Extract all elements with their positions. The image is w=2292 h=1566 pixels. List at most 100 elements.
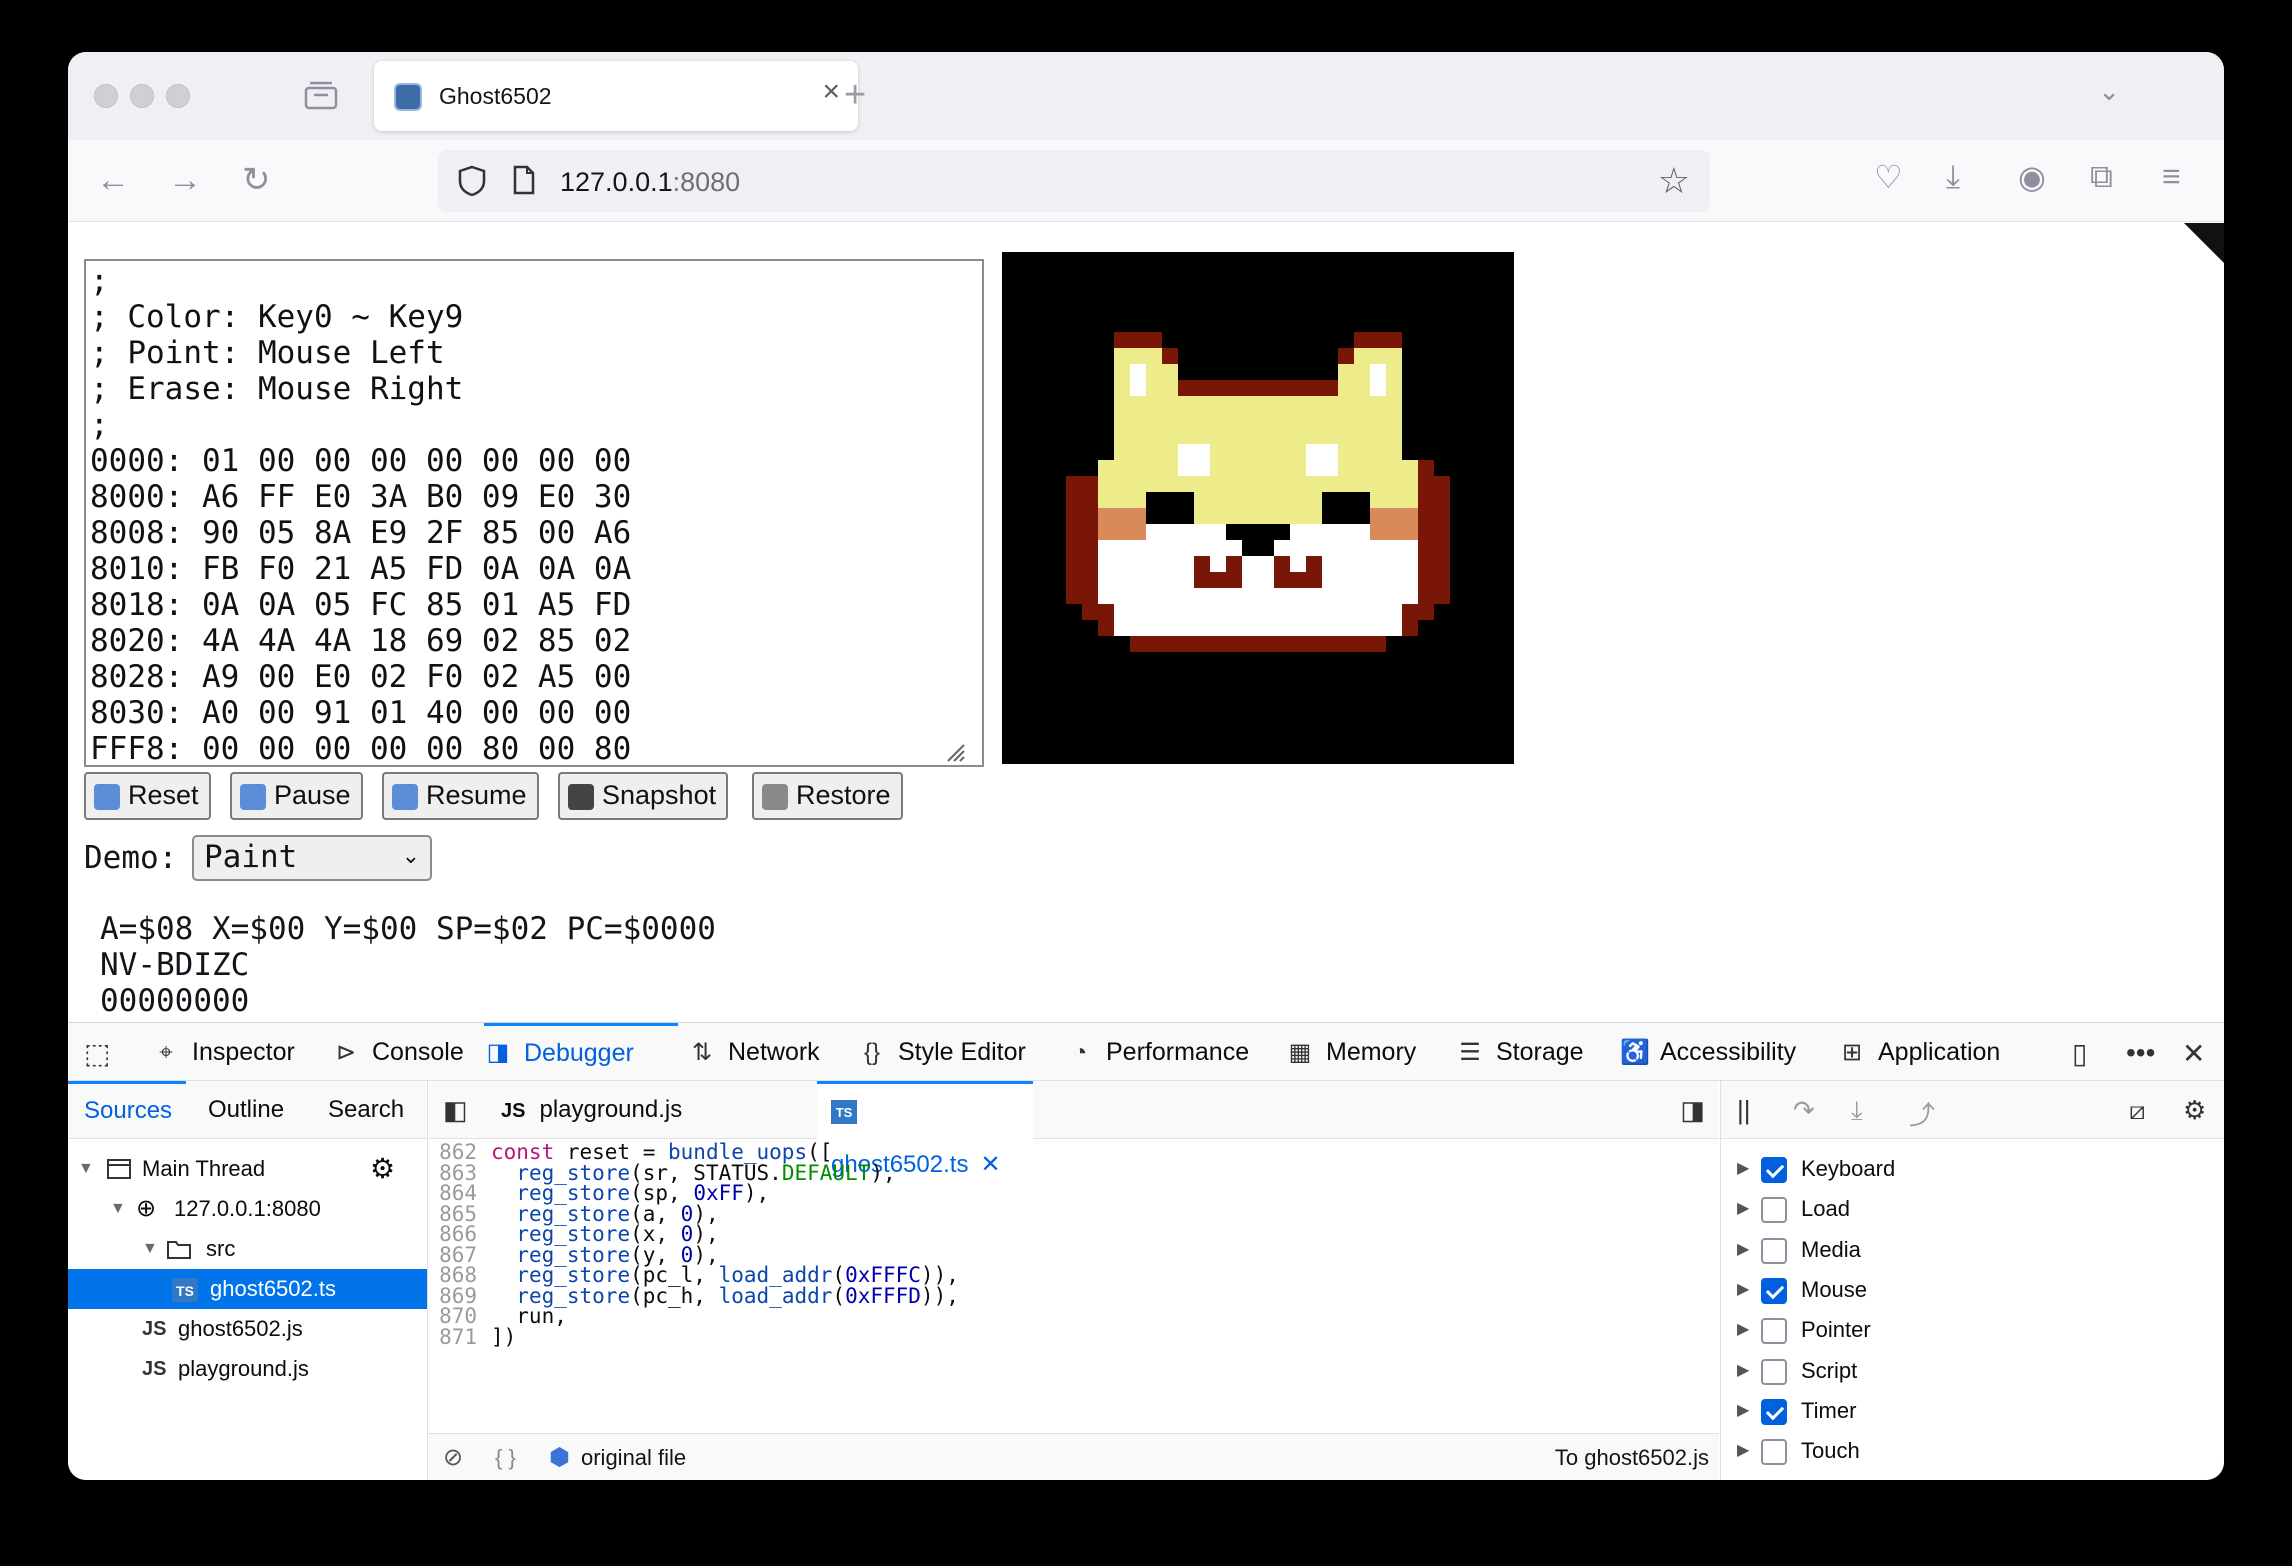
collapsed-arrow-icon[interactable]: ▶ [1737,1189,1749,1229]
editor-tab-playground-js[interactable]: JS playground.js [501,1081,682,1139]
bookmark-star-icon[interactable]: ☆ [1658,160,1690,202]
tab-inspector[interactable]: ⌖ Inspector [152,1023,295,1081]
reload-icon[interactable]: ↻ [242,162,271,198]
event-breakpoint-touch[interactable]: ▶ Touch [1721,1431,2224,1471]
step-in-icon[interactable]: ⤓ [1851,1095,1863,1127]
resume-button[interactable]: Resume [382,772,539,820]
checkbox[interactable] [1761,1318,1787,1345]
close-window-button[interactable] [94,84,118,108]
event-breakpoint-load[interactable]: ▶ Load [1721,1189,2224,1229]
tab-memory[interactable]: ▦ Memory [1286,1023,1417,1081]
checkbox[interactable] [1761,1398,1787,1425]
close-tab-icon[interactable]: × [822,75,840,109]
checkbox[interactable] [1761,1439,1787,1466]
tab-accessibility[interactable]: ♿ Accessibility [1620,1023,1796,1081]
collapsed-arrow-icon[interactable]: ▶ [1737,1270,1749,1310]
event-breakpoint-mouse[interactable]: ▶ Mouse [1721,1270,2224,1310]
settings-gear-icon[interactable]: ⚙ [2183,1095,2206,1126]
deactivate-breakpoints-icon[interactable]: ⧄ [2129,1095,2146,1127]
tab-network[interactable]: ⇅ Network [688,1023,820,1081]
tab-console[interactable]: ⊳ Console [332,1023,464,1081]
tree-item-main-thread[interactable]: ▼ Main Thread ⚙ [68,1149,427,1189]
tab-sources[interactable]: Sources [68,1081,186,1139]
toggle-sidebar-icon[interactable]: ◧ [443,1095,468,1126]
collapsed-arrow-icon[interactable]: ▶ [1737,1351,1749,1391]
demo-select[interactable]: Paint ⌄ [192,835,432,881]
tab-debugger[interactable]: ◨ Debugger [484,1023,678,1081]
pocket-icon[interactable]: ♡ [1874,158,1903,196]
toggle-right-pane-icon[interactable]: ◨ [1680,1095,1705,1126]
event-breakpoint-keyboard[interactable]: ▶ Keyboard [1721,1149,2224,1189]
event-breakpoint-pointer[interactable]: ▶ Pointer [1721,1310,2224,1350]
checkbox[interactable] [1761,1157,1787,1183]
collapsed-arrow-icon[interactable]: ▶ [1737,1149,1749,1189]
editor-footer: ⊘ { } ⬢ original file To ghost6502.js [429,1433,1719,1480]
list-tabs-chevron-icon[interactable]: ⌄ [2098,76,2120,107]
checkbox[interactable] [1761,1277,1787,1304]
snapshot-button[interactable]: Snapshot [558,772,729,820]
reset-button[interactable]: Reset [84,772,211,820]
original-file-label[interactable]: original file [581,1434,686,1480]
display-canvas[interactable] [1002,252,1514,764]
asm-code-textarea[interactable]: ; ; Color: Key0 ~ Key9 ; Point: Mouse Le… [84,259,984,767]
forward-arrow-icon[interactable]: → [168,162,202,198]
event-breakpoint-script[interactable]: ▶ Script [1721,1351,2224,1391]
resize-handle-icon[interactable] [944,741,966,763]
zoom-window-button[interactable] [166,84,190,108]
typescript-file-icon: TS [831,1099,857,1124]
minimize-window-button[interactable] [130,84,154,108]
code-view[interactable]: 862 const reset = bundle_uops([863 reg_st… [429,1139,1719,1433]
responsive-design-icon[interactable]: ▯ [2072,1037,2087,1070]
checkbox[interactable] [1761,1358,1787,1385]
collapsed-arrow-icon[interactable]: ▶ [1737,1391,1749,1431]
url-host: 127.0.0.1 [560,167,673,197]
restore-button[interactable]: Restore [752,772,903,820]
tab-style-editor-label: Style Editor [898,1038,1026,1066]
event-breakpoint-media[interactable]: ▶ Media [1721,1230,2224,1270]
account-icon[interactable]: ◉ [2018,158,2046,196]
pause-icon[interactable]: || [1737,1095,1751,1126]
collapsed-arrow-icon[interactable]: ▶ [1737,1230,1749,1270]
corner-ribbon [2184,223,2224,263]
tab-storage[interactable]: ☰ Storage [1456,1023,1583,1081]
menu-icon[interactable]: ≡ [2162,158,2181,195]
element-picker-icon[interactable]: ⬚ [84,1037,110,1070]
editor-tab-ghost6502-ts[interactable]: TSghost6502.ts ✕ [817,1081,1033,1178]
step-over-icon[interactable]: ↷ [1793,1095,1815,1126]
more-options-icon[interactable]: ••• [2126,1037,2155,1069]
tab-search[interactable]: Search [328,1081,404,1139]
collapsed-arrow-icon[interactable]: ▶ [1737,1431,1749,1471]
to-generated-file-link[interactable]: To ghost6502.js [1555,1434,1709,1480]
collapsed-arrow-icon[interactable]: ▶ [1737,1310,1749,1350]
tab-groups-icon[interactable] [304,80,338,110]
checkbox[interactable] [1761,1237,1787,1264]
url-bar[interactable]: 127.0.0.1:8080 ☆ [438,150,1710,212]
tree-item-host[interactable]: ▼ ⊕ 127.0.0.1:8080 [68,1189,427,1229]
tree-item-ghost6502-js[interactable]: JS ghost6502.js [68,1309,427,1349]
new-tab-icon[interactable]: + [844,74,866,117]
tab-outline[interactable]: Outline [208,1081,284,1139]
line-number[interactable]: 871 [429,1322,477,1352]
pretty-print-icon[interactable]: { } [495,1434,516,1480]
back-arrow-icon[interactable]: ← [96,162,130,198]
tree-item-ghost6502-ts[interactable]: TS ghost6502.ts [68,1269,427,1309]
gear-icon[interactable]: ⚙ [370,1149,395,1189]
checkbox[interactable] [1761,1197,1787,1224]
url-text[interactable]: 127.0.0.1:8080 [560,167,740,198]
close-devtools-icon[interactable]: ✕ [2182,1037,2205,1070]
event-breakpoint-timer[interactable]: ▶ Timer [1721,1391,2224,1431]
resume-label: Resume [426,780,527,810]
pause-button[interactable]: Pause [230,772,363,820]
tab-style-editor[interactable]: {} Style Editor [858,1023,1026,1081]
downloads-icon[interactable]: ⤓ [1946,158,1960,196]
shield-icon[interactable] [458,165,486,197]
extensions-icon[interactable]: ⧉ [2090,158,2113,196]
tree-item-src-folder[interactable]: ▼ src [68,1229,427,1269]
reset-label: Reset [128,780,199,810]
browser-tab[interactable]: Ghost6502 × [374,61,858,131]
tree-item-playground-js[interactable]: JS playground.js [68,1349,427,1389]
tab-performance[interactable]: ◔ Performance [1066,1023,1249,1081]
blackbox-icon[interactable]: ⊘ [443,1434,463,1480]
tab-application[interactable]: ⊞ Application [1838,1023,2000,1081]
step-out-icon[interactable]: ⤴ [1909,1095,1935,1132]
